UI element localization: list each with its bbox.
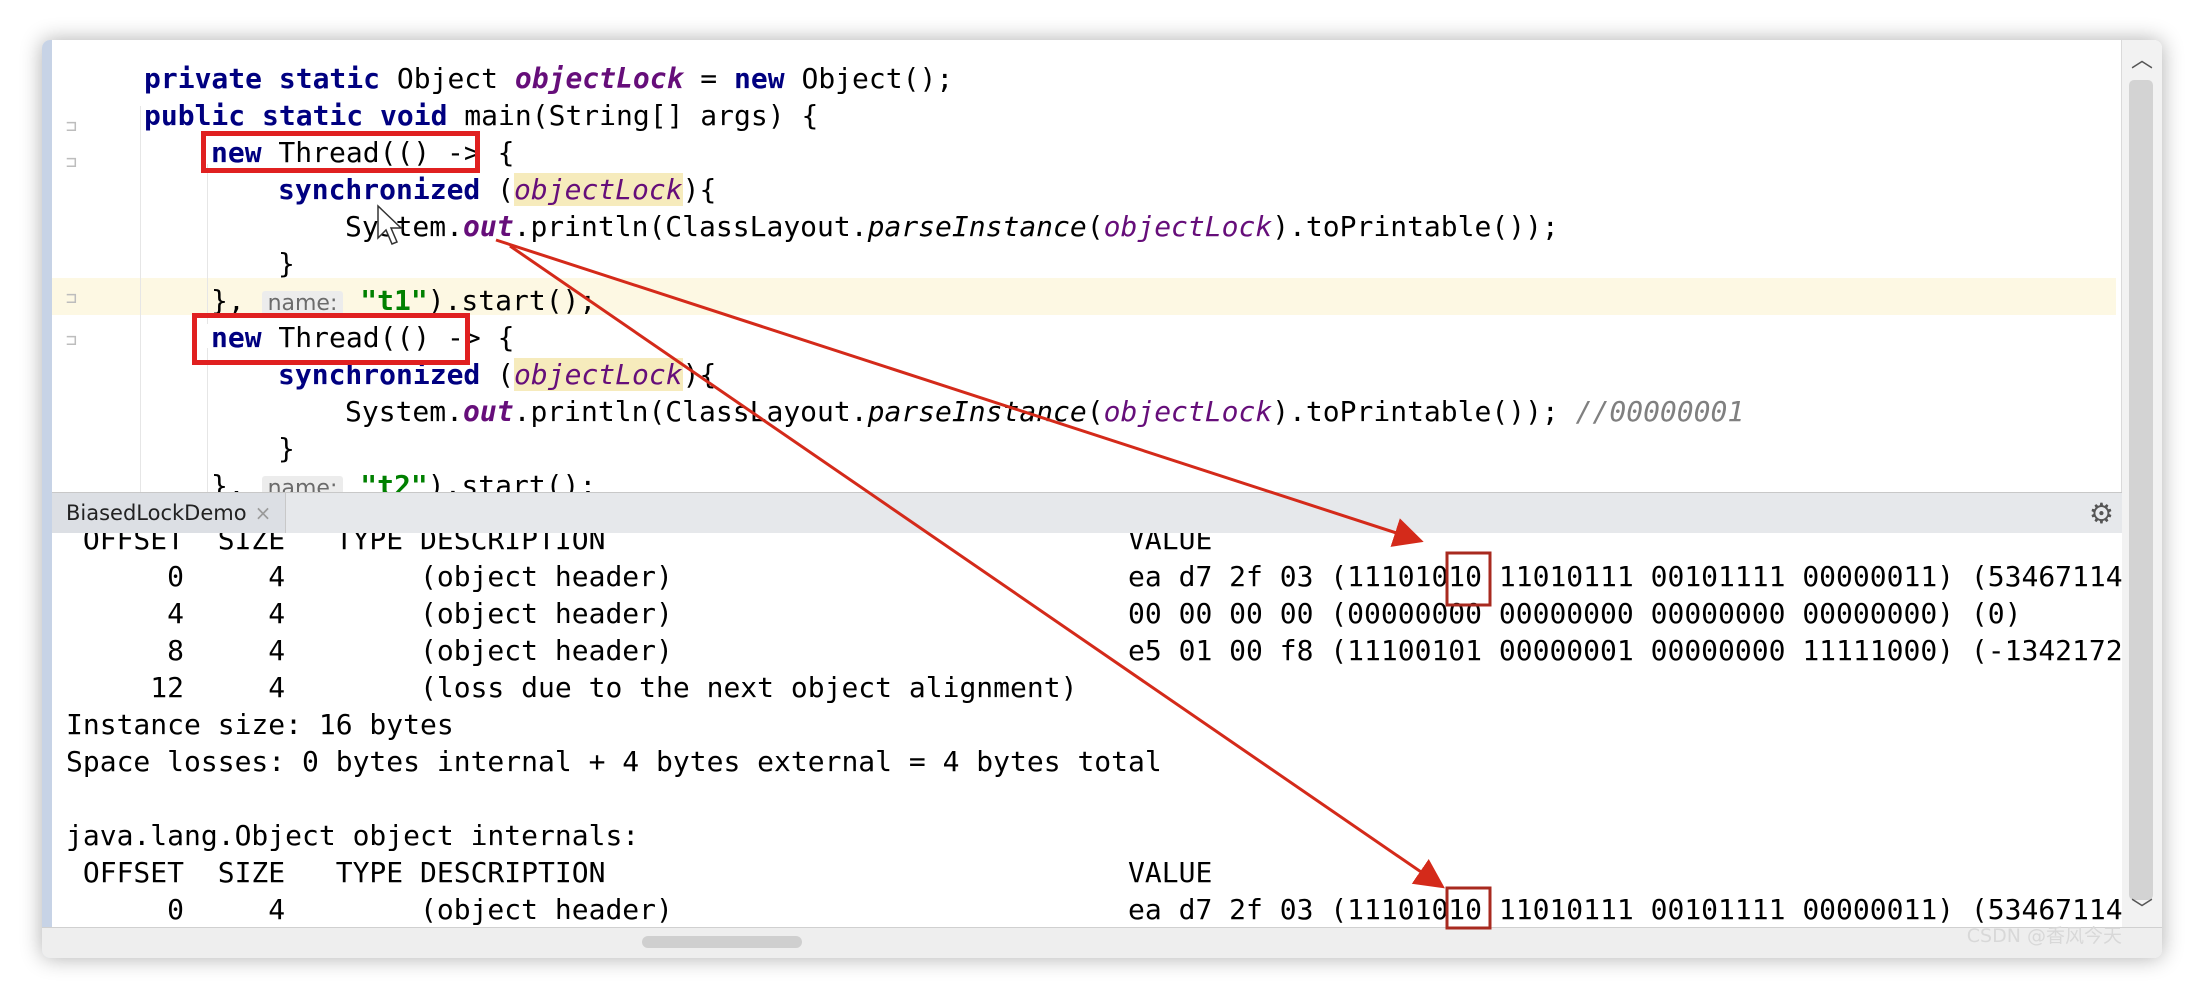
bit-highlight-box-2 [1445,886,1492,930]
bit-highlight-box-1 [1445,551,1492,607]
annotation-arrow-1 [495,238,1424,547]
annotation-arrow-2 [509,244,1445,889]
mouse-cursor-icon [377,204,403,245]
annotation-overlay [377,204,1492,930]
